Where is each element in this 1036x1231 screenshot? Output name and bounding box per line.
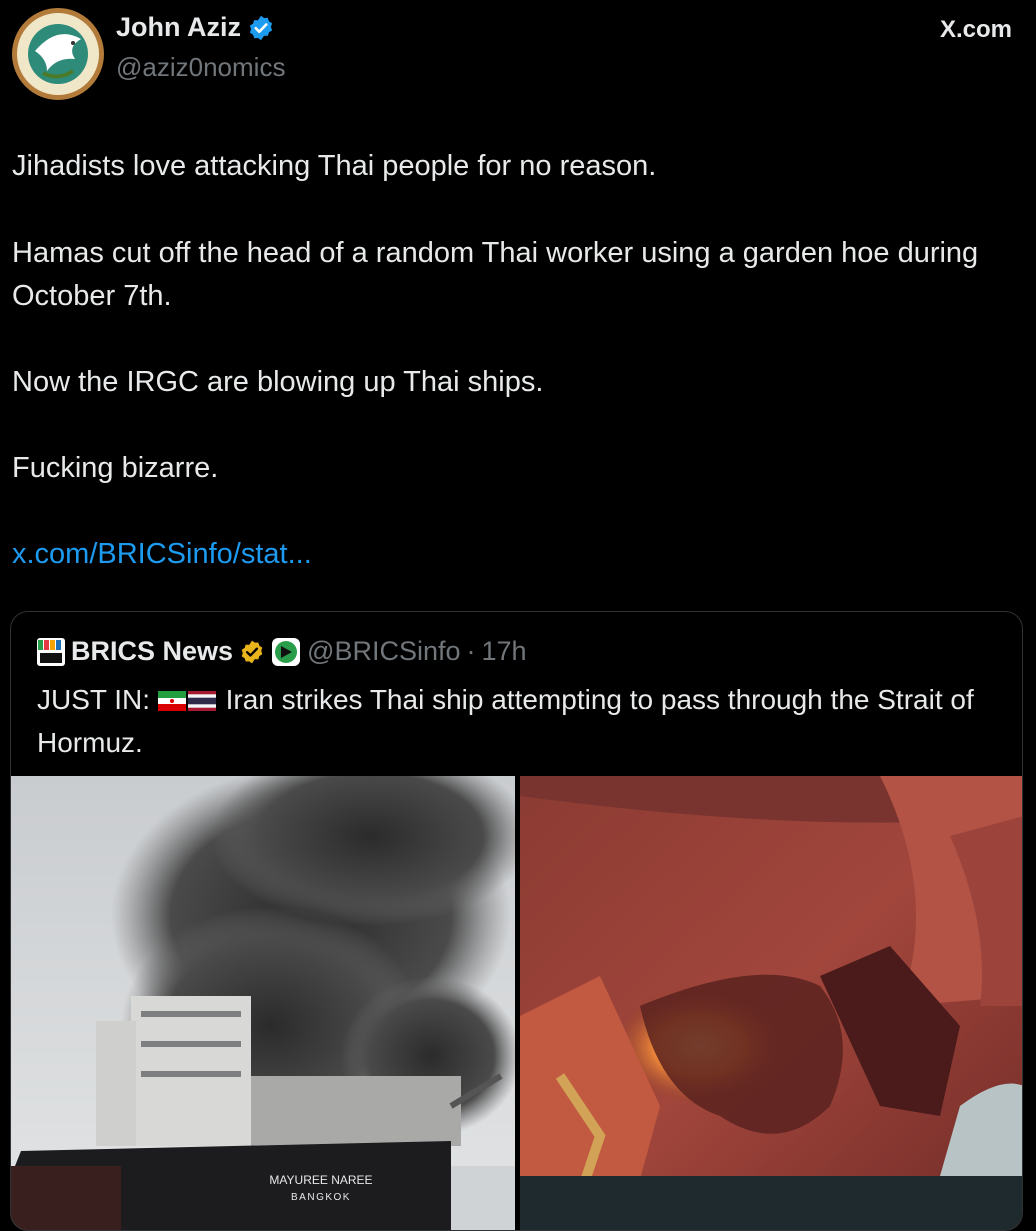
source-label: X.com [939,16,1012,43]
quoted-post-time[interactable]: 17h [482,636,527,667]
quoted-text-prefix: JUST IN: [37,684,151,715]
verified-badge-icon [249,15,273,40]
meta-separator: · [466,636,476,666]
post-paragraph-3: Now the IRGC are blowing up Thai ships. [12,366,544,398]
verified-gold-badge-icon [241,640,263,663]
affiliate-badge-icon [272,637,301,666]
burning-ship-photo: MAYUREE NAREE BANGKOK [11,746,531,1230]
brics-logo[interactable] [37,637,65,666]
quoted-author-handle[interactable]: @BRICSinfo [307,636,460,667]
author-handle[interactable]: @aziz0nomics [116,52,285,83]
damaged-hull-photo [520,776,1022,1230]
ship-name-text: MAYUREE NAREE [269,1173,372,1187]
media-image-burning-ship[interactable]: MAYUREE NAREE BANGKOK [11,746,531,1230]
quoted-post-header: BRICS News @BRICSinfo · 17h [37,636,527,667]
author-name-text: John Aziz [116,12,241,42]
post-link[interactable]: x.com/BRICSinfo/stat... [12,533,1002,576]
ship-port-text: BANGKOK [291,1192,351,1203]
post-paragraph-4: Fucking bizarre. [12,452,219,484]
dove-icon [28,24,88,84]
quoted-post-card[interactable]: BRICS News @BRICSinfo · 17h JUST IN: Ira… [10,611,1023,1231]
iran-flag-icon [157,691,186,711]
thailand-flag-icon [187,691,216,711]
media-image-damaged-hull[interactable] [520,776,1022,1230]
post-paragraph-1: Jihadists love attacking Thai people for… [12,150,657,182]
brics-logo-icon [38,639,62,663]
post-paragraph-2: Hamas cut off the head of a random Thai … [12,237,979,312]
author-avatar[interactable] [12,8,104,100]
quoted-post-text: JUST IN: Iran strikes Thai ship attempti… [37,678,1007,764]
author-name[interactable]: John Aziz [116,12,275,43]
quoted-author-name[interactable]: BRICS News [71,636,233,667]
